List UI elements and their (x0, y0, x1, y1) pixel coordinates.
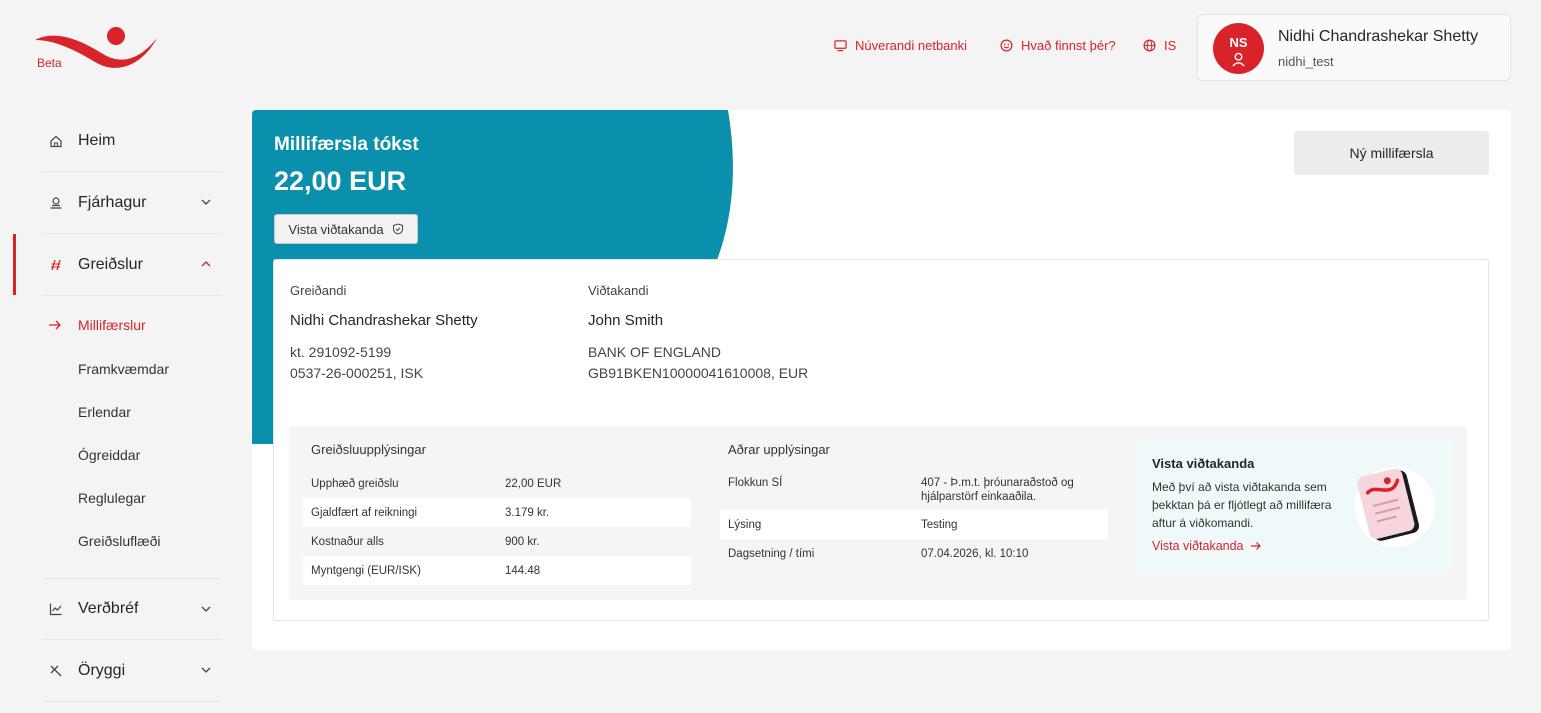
home-icon (50, 135, 62, 147)
sidebar-subitem-erlendar[interactable]: Erlendar (78, 404, 131, 420)
monitor-icon (834, 40, 847, 52)
other-info-row: Flokkun SÍ 407 - Þ.m.t. þróunaraðstoð og… (720, 469, 1108, 507)
feedback-link[interactable]: Hvað finnst þér? (1000, 38, 1116, 53)
document-illustration (1355, 467, 1435, 547)
chart-icon (49, 603, 62, 616)
current-bank-link[interactable]: Núverandi netbanki (834, 38, 967, 53)
sidebar-subitem-greidslufladi[interactable]: Greiðsluflæði (78, 533, 160, 549)
new-transfer-button[interactable]: Ný millifærsla (1294, 131, 1489, 175)
sidebar-item-label: Heim (78, 131, 116, 149)
chevron-down-icon (201, 606, 211, 612)
transfer-details-panel: Greiðandi Nidhi Chandrashekar Shetty kt.… (273, 259, 1489, 621)
row-value: 22,00 EUR (505, 477, 562, 490)
other-info-row: Dagsetning / tími 07.04.2026, kl. 10:10 (720, 539, 1108, 568)
payer-label: Greiðandi (290, 283, 347, 298)
row-value: 900 kr. (505, 535, 540, 548)
recipient-account: GB91BKEN10000041610008, EUR (588, 365, 809, 381)
other-info-title: Aðrar upplýsingar (728, 442, 830, 457)
payment-info-title: Greiðsluupplýsingar (311, 442, 426, 457)
language-label: IS (1164, 38, 1177, 53)
user-name: Nidhi Chandrashekar Shetty (1278, 28, 1479, 45)
payer-kt: kt. 291092-5199 (290, 344, 392, 360)
success-title: Millifærsla tókst (274, 134, 419, 155)
person-icon (1232, 52, 1245, 67)
arrow-right-icon (1250, 542, 1261, 550)
save-recipient-button[interactable]: Vista viðtakanda (274, 214, 418, 244)
sidebar-subitem-reglulegar[interactable]: Reglulegar (78, 490, 146, 506)
payer-name: Nidhi Chandrashekar Shetty (290, 312, 478, 329)
row-value: 407 - Þ.m.t. þróunaraðstoð og (921, 477, 1074, 489)
promo-link-label: Vista viðtakanda (1152, 539, 1244, 553)
row-key: Upphæð greiðslu (311, 477, 399, 490)
sidebar-item-label: Verðbréf (78, 600, 139, 617)
payer-account: 0537-26-000251, ISK (290, 365, 424, 381)
payment-info-row: Kostnaður alls 900 kr. (303, 527, 691, 556)
chevron-down-icon (201, 199, 211, 205)
row-key: Kostnaður alls (311, 535, 384, 548)
sidebar-item-oryggi[interactable]: Öryggi (42, 640, 222, 702)
chevron-up-icon (201, 261, 211, 267)
finance-icon (50, 196, 62, 209)
other-info-row: Lýsing Testing (720, 510, 1108, 539)
tools-icon (50, 665, 62, 676)
sidebar-item-label: Fjárhagur (78, 193, 147, 211)
transfer-confirmation-card: Millifærsla tókst 22,00 EUR Vista viðtak… (252, 110, 1511, 650)
row-value: 07.04.2026, kl. 10:10 (921, 547, 1029, 560)
row-key: Gjaldfært af reikningi (311, 506, 418, 519)
arrow-right-icon (49, 320, 61, 330)
promo-save-recipient-link[interactable]: Vista viðtakanda (1152, 539, 1262, 553)
transfer-amount: 22,00 EUR (274, 166, 407, 196)
sidebar-subitem-millifaerslur[interactable]: Millifærslur (78, 317, 146, 333)
recipient-bank: BANK OF ENGLAND (588, 344, 722, 360)
smiley-icon (1000, 39, 1013, 52)
recipient-name: John Smith (588, 312, 664, 329)
promo-body: Með því að vista viðtakanda sem þekktan … (1152, 480, 1332, 530)
avatar: NS (1213, 23, 1264, 74)
chevron-down-icon (201, 667, 211, 673)
sidebar-subitem-framkvaemdar[interactable]: Framkvæmdar (78, 361, 169, 377)
sidebar-item-fjarhagur[interactable]: Fjárhagur (42, 172, 222, 234)
sidebar-item-label: Öryggi (78, 661, 126, 679)
sidebar-subitem-ogreiddar[interactable]: Ógreiddar (78, 447, 140, 463)
language-switch[interactable]: IS (1143, 38, 1176, 53)
active-nav-indicator (13, 234, 16, 295)
row-value: 144.48 (505, 564, 541, 577)
save-recipient-promo: Vista viðtakanda Með því að vista viðtak… (1135, 440, 1453, 574)
sidebar-item-greidslur[interactable]: Greiðslur (42, 234, 222, 296)
beta-label: Beta (37, 56, 62, 70)
current-bank-label: Núverandi netbanki (855, 38, 968, 53)
payments-icon (51, 259, 61, 270)
payment-info-row: Gjaldfært af reikningi 3.179 kr. (303, 498, 691, 527)
row-key: Flokkun SÍ (728, 477, 783, 489)
promo-title: Vista viðtakanda (1152, 456, 1255, 471)
feedback-label: Hvað finnst þér? (1021, 38, 1116, 53)
user-profile-card[interactable]: NS Nidhi Chandrashekar Shetty nidhi_test (1197, 14, 1511, 81)
info-section: Greiðsluupplýsingar Upphæð greiðslu 22,0… (289, 426, 1467, 600)
shield-icon (392, 223, 403, 235)
globe-icon (1143, 39, 1156, 52)
row-value-line2: hjálparstörf einkaaðila. (921, 491, 1037, 503)
sidebar-item-heim[interactable]: Heim (42, 110, 222, 172)
payment-info-row: Upphæð greiðslu 22,00 EUR (303, 469, 691, 498)
row-key: Dagsetning / tími (728, 547, 815, 560)
row-value: Testing (921, 518, 958, 531)
user-username: nidhi_test (1278, 54, 1334, 69)
recipient-label: Viðtakandi (588, 283, 649, 298)
row-value: 3.179 kr. (505, 506, 550, 519)
sidebar-item-label: Greiðslur (78, 255, 143, 273)
row-key: Lýsing (728, 518, 762, 531)
save-recipient-label: Vista viðtakanda (288, 221, 384, 237)
avatar-initials: NS (1229, 35, 1248, 50)
row-key: Myntgengi (EUR/ISK) (311, 564, 421, 577)
payment-info-row: Myntgengi (EUR/ISK) 144.48 (303, 556, 691, 585)
sidebar-item-verdbref[interactable]: Verðbréf (42, 578, 222, 640)
